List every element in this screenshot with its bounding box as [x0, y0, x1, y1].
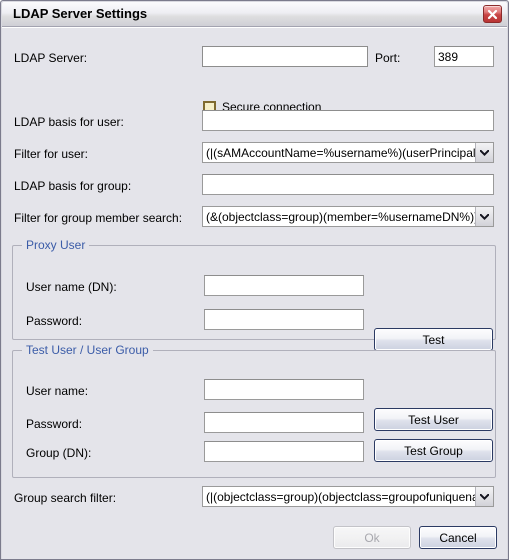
ldap-basis-user-label: LDAP basis for user:: [14, 115, 124, 129]
ldap-basis-group-input[interactable]: [202, 174, 494, 195]
proxy-password-label: Password:: [26, 314, 83, 328]
group-search-filter-value: (|(objectclass=group)(objectclass=groupo…: [206, 489, 475, 504]
ldap-basis-user-input[interactable]: [202, 110, 494, 131]
filter-group-member-combo[interactable]: (&(objectclass=group)(member=%usernameDN…: [202, 206, 494, 227]
chevron-down-glyph: [480, 493, 489, 500]
test-password-label: Password:: [26, 417, 83, 431]
filter-group-member-value: (&(objectclass=group)(member=%usernameDN…: [206, 209, 475, 224]
ldap-server-input[interactable]: [202, 46, 368, 67]
port-label: Port:: [375, 51, 401, 65]
chevron-down-glyph: [480, 149, 489, 156]
window-title: LDAP Server Settings: [13, 6, 148, 21]
test-username-label: User name:: [26, 384, 89, 398]
dialog-body: LDAP Server: Port: Secure connection LDA…: [2, 27, 507, 559]
chevron-down-glyph: [480, 213, 489, 220]
window-titlebar: LDAP Server Settings: [2, 2, 507, 27]
cancel-button[interactable]: Cancel: [419, 526, 497, 549]
test-group-input[interactable]: [204, 441, 364, 462]
test-group-label: Group (DN):: [26, 446, 92, 460]
ldap-server-label: LDAP Server:: [14, 51, 88, 65]
ok-button[interactable]: Ok: [333, 526, 411, 549]
proxy-username-input[interactable]: [204, 275, 364, 296]
filter-user-label: Filter for user:: [14, 147, 89, 161]
group-search-filter-label: Group search filter:: [14, 491, 117, 505]
test-password-input[interactable]: [204, 412, 364, 433]
test-user-legend: Test User / User Group: [22, 343, 153, 357]
close-x-glyph: [487, 9, 498, 20]
filter-user-combo[interactable]: (|(sAMAccountName=%username%)(userPrinci…: [202, 142, 494, 163]
ldap-basis-group-label: LDAP basis for group:: [14, 179, 132, 193]
proxy-username-label: User name (DN):: [26, 280, 117, 294]
chevron-down-icon[interactable]: [475, 487, 493, 506]
proxy-user-legend: Proxy User: [22, 238, 90, 252]
test-username-input[interactable]: [204, 379, 364, 400]
proxy-test-button[interactable]: Test: [374, 328, 493, 351]
ldap-settings-dialog: LDAP Server Settings LDAP Server: Port: …: [0, 0, 509, 560]
test-user-button[interactable]: Test User: [374, 408, 493, 431]
chevron-down-icon[interactable]: [475, 143, 493, 162]
filter-group-member-label: Filter for group member search:: [14, 211, 183, 225]
port-input[interactable]: [434, 46, 494, 67]
test-group-button[interactable]: Test Group: [374, 439, 493, 462]
chevron-down-icon[interactable]: [475, 207, 493, 226]
close-icon[interactable]: [483, 5, 502, 23]
filter-user-value: (|(sAMAccountName=%username%)(userPrinci…: [206, 145, 475, 160]
group-search-filter-combo[interactable]: (|(objectclass=group)(objectclass=groupo…: [202, 486, 494, 507]
proxy-password-input[interactable]: [204, 309, 364, 330]
